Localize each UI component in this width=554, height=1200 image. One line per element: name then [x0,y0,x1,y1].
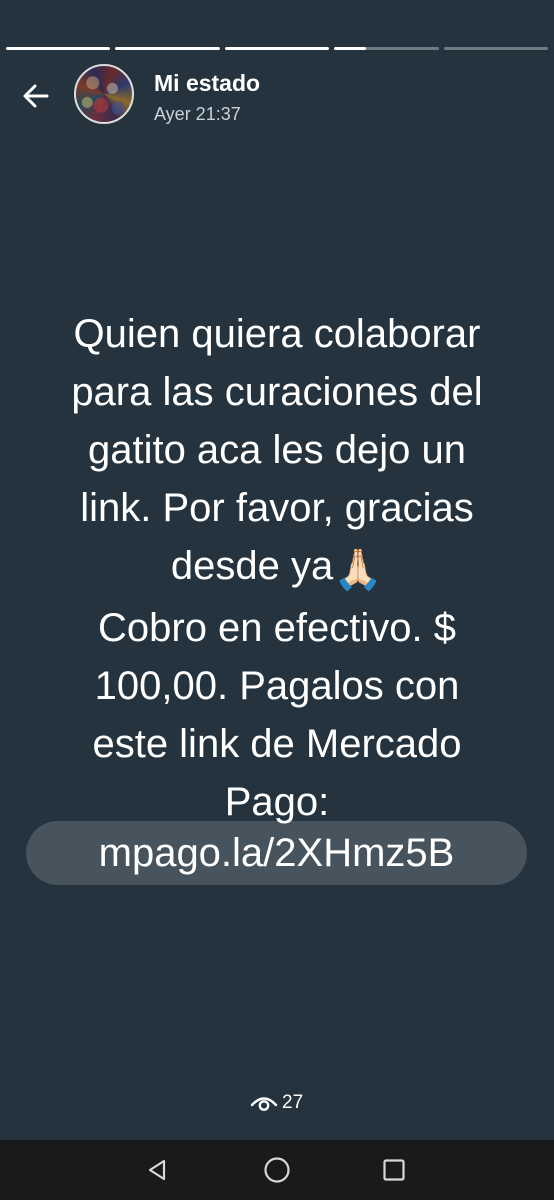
progress-segment [115,47,220,50]
message-line: este link de Mercado [92,722,462,766]
nav-back-button[interactable] [142,1155,172,1185]
nav-recents-button[interactable] [379,1155,409,1185]
triangle-back-icon [148,1159,166,1181]
system-navigation-bar [0,1140,554,1200]
message-line: link. Por favor, gracias [80,486,474,530]
pray-emoji-icon: 🙏🏻 [333,548,384,592]
progress-segment [6,47,111,50]
message-line: Cobro en efectivo. $ [98,606,456,650]
status-timestamp: Ayer 21:37 [154,104,241,124]
nav-home-button[interactable] [262,1155,292,1185]
contact-name: Mi estado [154,70,261,96]
view-count: 27 [282,1092,304,1113]
progress-fill [115,47,220,50]
avatar-photo [76,66,132,122]
message-line: 100,00. Pagalos con [94,664,460,708]
message-line-text: desde ya [170,544,334,588]
progress-segment [443,47,549,50]
progress-segment [334,47,439,50]
avatar[interactable] [74,64,134,124]
progress-fill [334,47,366,50]
back-button[interactable] [14,74,58,118]
progress-fill [6,47,111,50]
message-line-with-emoji: desde ya🙏🏻 [14,537,540,599]
payment-link[interactable]: mpago.la/2XHmz5B [26,821,527,885]
eye-icon [250,1097,278,1111]
message-line: Quien quiera colaborar [73,312,481,356]
square-recents-icon [383,1159,405,1181]
status-message: Quien quiera colaborar para las curacion… [14,305,540,831]
status-viewer[interactable]: Mi estado Ayer 21:37 Quien quiera colabo… [0,0,554,1140]
message-line: para las curaciones del [71,370,483,414]
progress-segment [224,47,330,50]
message-line: gatito aca les dejo un [87,428,467,472]
view-count-button[interactable]: 27 [250,1090,303,1116]
progress-fill [224,47,330,50]
arrow-left-icon [23,84,49,108]
story-progress-bar [6,47,549,51]
circle-home-icon [264,1157,290,1183]
